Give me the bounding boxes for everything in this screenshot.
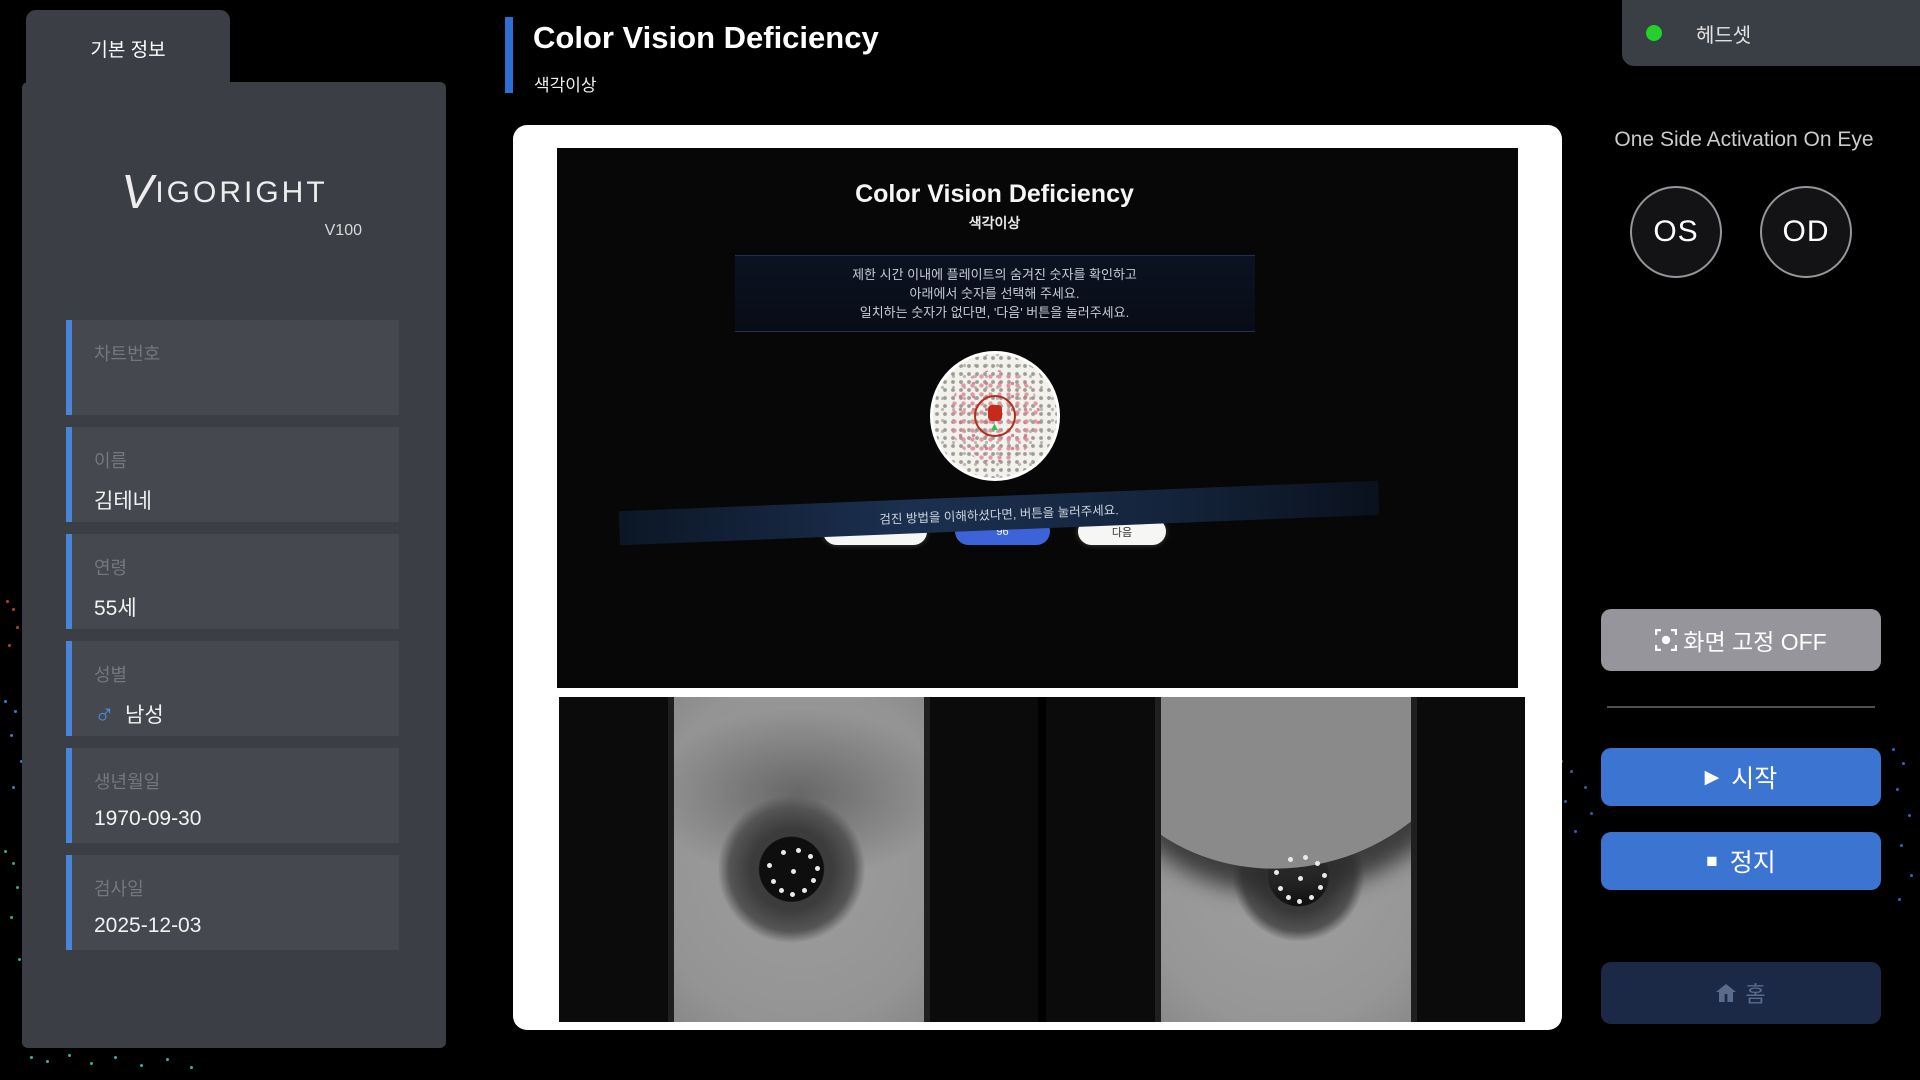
od-button-label: OD <box>1783 215 1830 249</box>
page-title: Color Vision Deficiency <box>533 20 879 56</box>
stop-button[interactable]: ■ 정지 <box>1601 832 1881 890</box>
gender-label: 성별 <box>94 661 381 687</box>
vr-mirror-view: Color Vision Deficiency 색각이상 제한 시간 이내에 플… <box>557 148 1518 688</box>
start-button-label: 시작 <box>1731 759 1777 795</box>
play-icon: ▶ <box>1705 768 1720 787</box>
vr-instructions: 제한 시간 이내에 플레이트의 숨겨진 숫자를 확인하고 아래에서 숫자를 선택… <box>735 255 1255 332</box>
chart-number-value <box>94 378 381 404</box>
right-eye-image <box>1155 697 1417 1022</box>
vr-instruction-line: 제한 시간 이내에 플레이트의 숨겨진 숫자를 확인하고 <box>735 265 1255 284</box>
name-value: 김테네 <box>94 485 381 515</box>
os-button-label: OS <box>1653 215 1698 249</box>
exam-date-label: 검사일 <box>94 875 381 901</box>
headset-status-chip: 헤드셋 <box>1622 0 1920 66</box>
gender-field[interactable]: 성별 ♂ 남성 <box>66 641 399 736</box>
ir-glints <box>791 869 796 874</box>
brand-logo: VIGORIGHT V100 <box>60 165 390 240</box>
headset-status-label: 헤드셋 <box>1696 19 1751 48</box>
screen-lock-focus-icon <box>1655 629 1677 651</box>
gaze-cursor-core <box>988 405 1002 421</box>
gender-value: 남성 <box>125 699 164 729</box>
stop-icon: ■ <box>1706 852 1717 871</box>
age-field[interactable]: 연령 55세 <box>66 534 399 629</box>
exam-date-value: 2025-12-03 <box>94 913 381 939</box>
eyelid-overlay <box>1155 697 1417 914</box>
gaze-cursor: ▲ <box>974 395 1016 437</box>
left-eye-image <box>668 697 930 1022</box>
vr-instruction-line: 일치하는 숫자가 없다면, '다음' 버튼을 눌러주세요. <box>735 303 1255 322</box>
brand-logo-initial: V <box>117 165 162 220</box>
vr-test-title: Color Vision Deficiency <box>855 180 1134 209</box>
main-display-panel: Color Vision Deficiency 색각이상 제한 시간 이내에 플… <box>513 125 1562 1030</box>
home-icon <box>1716 984 1736 1002</box>
screen-lock-button[interactable]: 화면 고정 OFF <box>1601 609 1881 671</box>
headset-status-dot <box>1646 25 1662 41</box>
particle-background <box>4 850 7 853</box>
page-subtitle: 색각이상 <box>534 71 597 96</box>
od-button[interactable]: OD <box>1760 186 1852 278</box>
age-label: 연령 <box>94 554 381 580</box>
birthdate-label: 생년월일 <box>94 768 381 794</box>
exam-date-field[interactable]: 검사일 2025-12-03 <box>66 855 399 950</box>
particle-background <box>1892 748 1895 751</box>
vr-instruction-line: 아래에서 숫자를 선택해 주세요. <box>735 284 1255 303</box>
brand-logo-text: VIGORIGHT <box>60 165 390 220</box>
home-button-label: 홈 <box>1745 977 1765 1009</box>
particle-background <box>4 700 7 703</box>
screen-lock-label: 화면 고정 OFF <box>1683 623 1826 657</box>
ir-glints <box>1298 876 1303 881</box>
tab-basic-info-label: 기본 정보 <box>90 35 165 62</box>
particle-background <box>6 600 9 603</box>
left-eye-camera <box>559 697 1038 1022</box>
eye-activation-title: One Side Activation On Eye <box>1597 128 1891 152</box>
particle-background <box>30 1056 33 1059</box>
chart-number-field[interactable]: 차트번호 <box>66 320 399 415</box>
name-label: 이름 <box>94 447 381 473</box>
gaze-arrow-icon: ▲ <box>989 422 1000 433</box>
controls-divider <box>1607 706 1875 708</box>
birthdate-field[interactable]: 생년월일 1970-09-30 <box>66 748 399 843</box>
start-button[interactable]: ▶ 시작 <box>1601 748 1881 806</box>
tab-basic-info[interactable]: 기본 정보 <box>26 10 230 86</box>
ishihara-plate: ▲ <box>933 354 1057 478</box>
os-button[interactable]: OS <box>1630 186 1722 278</box>
name-field[interactable]: 이름 김테네 <box>66 427 399 522</box>
birthdate-value: 1970-09-30 <box>94 806 381 832</box>
eye-camera-feeds <box>559 697 1525 1022</box>
male-icon: ♂ <box>94 704 115 724</box>
chart-number-label: 차트번호 <box>94 340 381 366</box>
app: 기본 정보 VIGORIGHT V100 차트번호 이름 김테네 연령 55세 … <box>0 0 1920 1080</box>
age-value: 55세 <box>94 592 381 622</box>
brand-model-label: V100 <box>60 222 362 240</box>
header-accent-bar <box>505 17 513 93</box>
vr-test-subtitle: 색각이상 <box>969 213 1021 233</box>
home-button[interactable]: 홈 <box>1601 962 1881 1024</box>
stop-button-label: 정지 <box>1730 843 1776 879</box>
right-eye-camera <box>1046 697 1525 1022</box>
